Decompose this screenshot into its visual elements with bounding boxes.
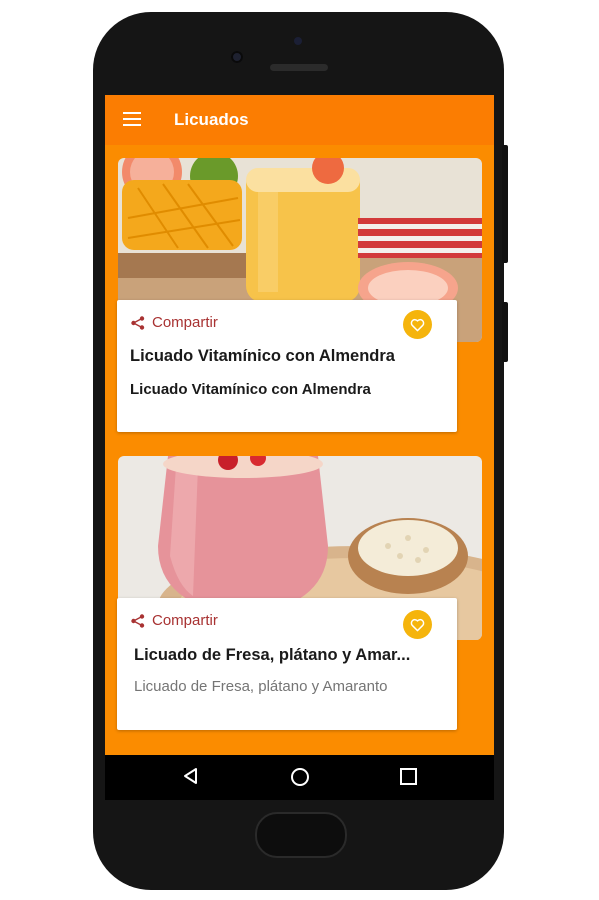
earpiece-speaker bbox=[270, 64, 328, 71]
app-bar: Licuados bbox=[105, 95, 494, 145]
back-icon[interactable] bbox=[181, 766, 201, 786]
recents-icon[interactable] bbox=[399, 767, 418, 786]
recipe-title: Licuado de Fresa, plátano y Amar... bbox=[134, 646, 411, 664]
volume-button bbox=[502, 145, 508, 263]
share-icon bbox=[131, 315, 145, 330]
favorite-button[interactable] bbox=[403, 310, 432, 339]
share-button[interactable]: Compartir bbox=[131, 314, 218, 331]
menu-icon[interactable] bbox=[123, 112, 141, 126]
home-key[interactable] bbox=[255, 812, 347, 858]
system-nav-bar bbox=[105, 755, 494, 800]
recipe-subtitle: Licuado Vitamínico con Almendra bbox=[130, 381, 371, 398]
proximity-sensor bbox=[294, 37, 302, 45]
recipe-subtitle: Licuado de Fresa, plátano y Amaranto bbox=[134, 678, 388, 695]
share-label: Compartir bbox=[152, 314, 218, 331]
share-icon bbox=[131, 613, 145, 628]
heart-icon bbox=[410, 618, 425, 631]
recipe-title: Licuado Vitamínico con Almendra bbox=[130, 347, 395, 365]
front-camera bbox=[231, 51, 243, 63]
share-button[interactable]: Compartir bbox=[131, 612, 218, 629]
favorite-button[interactable] bbox=[403, 610, 432, 639]
heart-icon bbox=[410, 318, 425, 331]
home-icon[interactable] bbox=[289, 766, 311, 788]
recipe-card[interactable]: Compartir Licuado Vitamínico con Almendr… bbox=[117, 300, 457, 432]
app-screen: Licuados Compartir Licuado Vitamínico co… bbox=[105, 95, 494, 755]
recipe-card[interactable]: Compartir Licuado de Fresa, plátano y Am… bbox=[117, 598, 457, 730]
app-title: Licuados bbox=[174, 110, 249, 129]
share-label: Compartir bbox=[152, 612, 218, 629]
power-button bbox=[502, 302, 508, 362]
